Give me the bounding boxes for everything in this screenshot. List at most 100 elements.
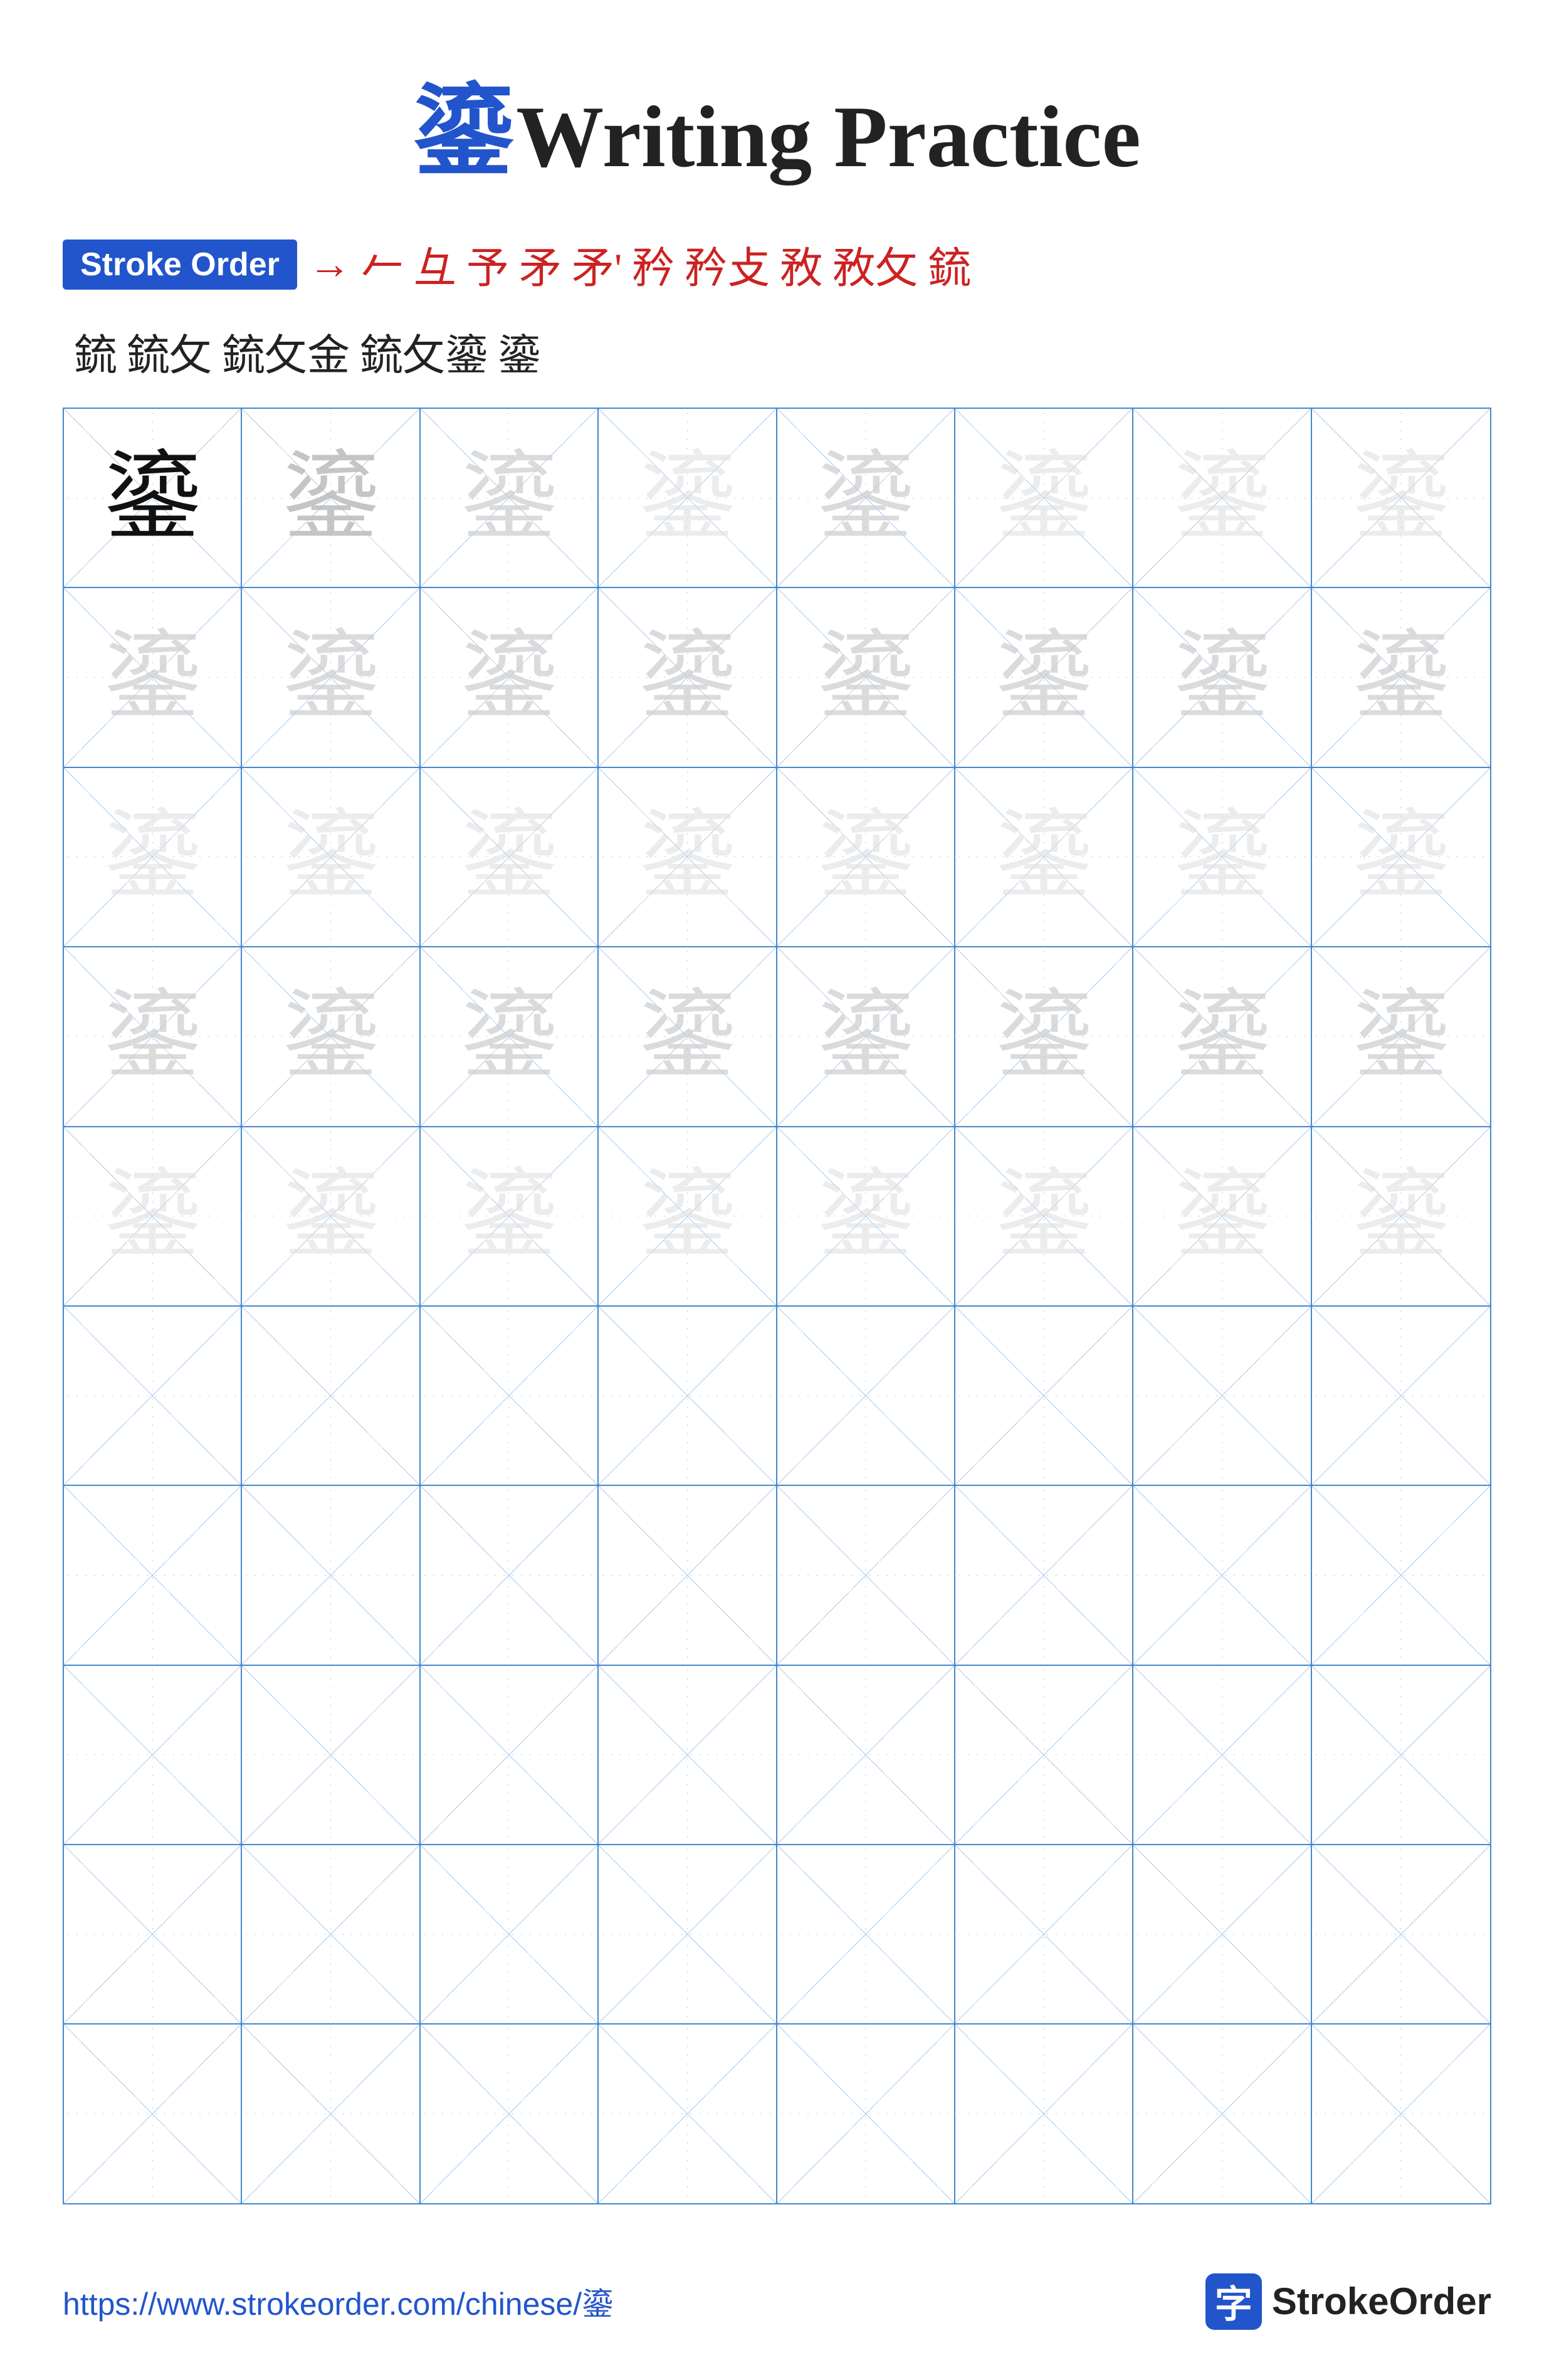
grid-cell[interactable]: 鎏: [1312, 947, 1490, 1125]
grid-cell[interactable]: 鎏: [421, 588, 599, 766]
guide-char: 鎏: [1173, 629, 1271, 726]
grid-cell[interactable]: [242, 1845, 420, 2023]
guide-char: 鎏: [1352, 1167, 1449, 1265]
grid-cell[interactable]: 鎏: [64, 1127, 242, 1305]
grid-cell[interactable]: 鎏: [777, 588, 955, 766]
grid-cell[interactable]: [1312, 2025, 1490, 2203]
grid-cell[interactable]: [64, 1666, 242, 1844]
grid-cell[interactable]: [777, 1307, 955, 1485]
grid-cell[interactable]: [1312, 1486, 1490, 1664]
grid-cell[interactable]: 鎏: [64, 947, 242, 1125]
grid-cell[interactable]: [777, 1486, 955, 1664]
grid-cell[interactable]: [955, 1666, 1133, 1844]
guide-char: 鎏: [282, 450, 379, 547]
grid-cell[interactable]: [1133, 1307, 1311, 1485]
guide-char: 鎏: [1352, 988, 1449, 1085]
grid-cell[interactable]: [64, 2025, 242, 2203]
grid-cell[interactable]: 鎏: [421, 947, 599, 1125]
guide-char: 鎏: [460, 1167, 557, 1265]
guide-char: 鎏: [460, 629, 557, 726]
grid-cell[interactable]: [599, 2025, 777, 2203]
stroke-order-row2: 鋶 鋶攵 鋶攵金 鋶攵鎏 鎏: [63, 320, 1491, 382]
footer-url[interactable]: https://www.strokeorder.com/chinese/鎏: [63, 2279, 613, 2324]
grid-cell[interactable]: 鎏: [64, 768, 242, 946]
grid-row: [64, 2025, 1490, 2203]
grid-cell[interactable]: [1133, 1666, 1311, 1844]
grid-cell[interactable]: [777, 2025, 955, 2203]
grid-cell[interactable]: 鎏: [1312, 588, 1490, 766]
grid-cell[interactable]: [1133, 2025, 1311, 2203]
grid-cell[interactable]: 鎏: [777, 768, 955, 946]
grid-cell[interactable]: 鎏: [1133, 588, 1311, 766]
grid-cell[interactable]: 鎏: [777, 1127, 955, 1305]
stroke-char-7: 矜: [632, 233, 675, 295]
grid-cell[interactable]: 鎏: [777, 409, 955, 587]
grid-cell[interactable]: 鎏: [64, 588, 242, 766]
guide-char: 鎏: [995, 988, 1093, 1085]
grid-cell[interactable]: 鎏: [1133, 947, 1311, 1125]
grid-cell[interactable]: [1312, 1666, 1490, 1844]
grid-cell[interactable]: [599, 1486, 777, 1664]
grid-cell[interactable]: 鎏: [1312, 768, 1490, 946]
grid-cell[interactable]: 鎏: [421, 409, 599, 587]
grid-cell[interactable]: 鎏: [599, 768, 777, 946]
grid-cell[interactable]: 鎏: [1312, 409, 1490, 587]
grid-cell[interactable]: [242, 1307, 420, 1485]
grid-cell[interactable]: [421, 2025, 599, 2203]
grid-cell[interactable]: 鎏: [599, 409, 777, 587]
grid-cell[interactable]: [599, 1307, 777, 1485]
grid-cell[interactable]: [1312, 1307, 1490, 1485]
grid-cell[interactable]: [64, 1486, 242, 1664]
grid-cell[interactable]: 鎏: [242, 768, 420, 946]
guide-char: 鎏: [1173, 988, 1271, 1085]
grid-cell[interactable]: [64, 1845, 242, 2023]
grid-cell[interactable]: [955, 2025, 1133, 2203]
grid-cell[interactable]: [955, 1307, 1133, 1485]
stroke-char-5: 矛: [519, 233, 562, 295]
grid-cell[interactable]: 鎏: [599, 588, 777, 766]
grid-cell[interactable]: 鎏: [1312, 1127, 1490, 1305]
grid-cell[interactable]: 鎏: [599, 947, 777, 1125]
grid-cell[interactable]: [777, 1845, 955, 2023]
grid-cell[interactable]: 鎏: [242, 588, 420, 766]
grid-cell[interactable]: [64, 1307, 242, 1485]
stroke-order-section: Stroke Order → 𠂉 彑 予 矛 矛' 矜 矜攴 敄 敄攵 鋶: [63, 233, 1491, 295]
grid-cell[interactable]: [242, 1486, 420, 1664]
grid-cell[interactable]: [421, 1845, 599, 2023]
guide-char: 鎏: [639, 629, 736, 726]
grid-cell[interactable]: 鎏: [955, 1127, 1133, 1305]
grid-cell[interactable]: 鎏: [242, 947, 420, 1125]
grid-cell[interactable]: 鎏: [242, 1127, 420, 1305]
grid-cell[interactable]: [1312, 1845, 1490, 2023]
grid-cell[interactable]: 鎏: [955, 947, 1133, 1125]
grid-cell[interactable]: 鎏: [421, 1127, 599, 1305]
grid-cell[interactable]: [777, 1666, 955, 1844]
grid-cell[interactable]: 鎏: [955, 768, 1133, 946]
grid-cell[interactable]: [421, 1486, 599, 1664]
grid-cell[interactable]: [599, 1666, 777, 1844]
grid-cell[interactable]: 鎏: [1133, 768, 1311, 946]
guide-char: 鎏: [817, 988, 914, 1085]
grid-cell[interactable]: [955, 1845, 1133, 2023]
grid-cell[interactable]: 鎏: [242, 409, 420, 587]
grid-cell[interactable]: [242, 1666, 420, 1844]
guide-char: 鎏: [995, 808, 1093, 905]
grid-cell[interactable]: 鎏: [955, 588, 1133, 766]
guide-char: 鎏: [1352, 808, 1449, 905]
grid-cell[interactable]: [421, 1307, 599, 1485]
guide-char: 鎏: [1352, 450, 1449, 547]
grid-cell[interactable]: [1133, 1486, 1311, 1664]
grid-cell[interactable]: 鎏: [599, 1127, 777, 1305]
grid-cell[interactable]: [599, 1845, 777, 2023]
grid-cell[interactable]: 鎏: [1133, 409, 1311, 587]
grid-cell[interactable]: 鎏: [777, 947, 955, 1125]
grid-cell[interactable]: [955, 1486, 1133, 1664]
grid-cell[interactable]: 鎏: [64, 409, 242, 587]
grid-cell[interactable]: [242, 2025, 420, 2203]
grid-cell[interactable]: [1133, 1845, 1311, 2023]
title-english: Writing Practice: [516, 88, 1140, 186]
grid-cell[interactable]: 鎏: [1133, 1127, 1311, 1305]
grid-cell[interactable]: [421, 1666, 599, 1844]
grid-cell[interactable]: 鎏: [421, 768, 599, 946]
grid-cell[interactable]: 鎏: [955, 409, 1133, 587]
